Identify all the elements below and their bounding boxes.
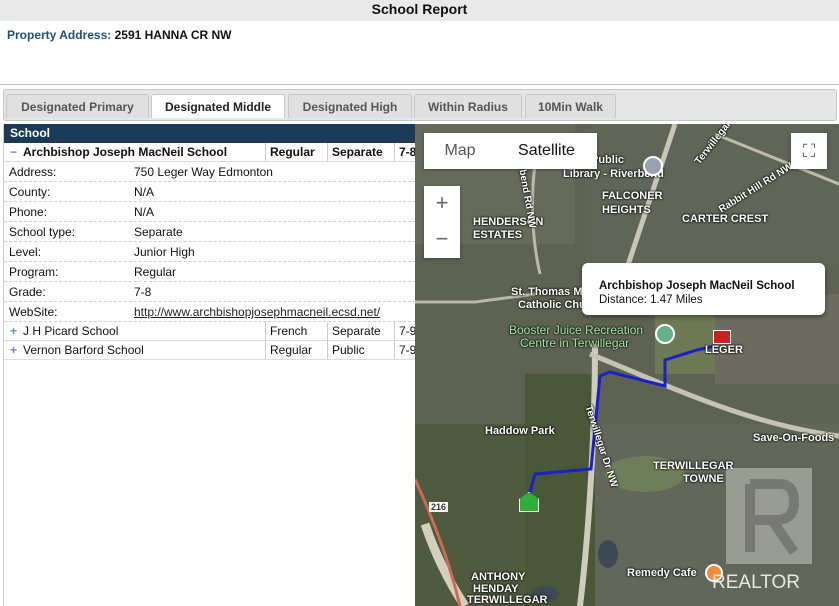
place-label: ESTATES bbox=[473, 229, 523, 241]
school-program: French bbox=[270, 324, 308, 338]
school-program: Regular bbox=[270, 145, 315, 159]
poi-library-icon bbox=[643, 156, 663, 176]
school-grade: 7-8 bbox=[399, 145, 416, 159]
place-label: Remedy Cafe bbox=[627, 567, 697, 579]
school-marker[interactable] bbox=[713, 330, 731, 344]
place-label: LEGER bbox=[705, 344, 743, 356]
detail-row: Level: Junior High bbox=[4, 242, 416, 262]
expand-icon[interactable]: + bbox=[10, 324, 17, 338]
report-title: School Report bbox=[0, 0, 839, 21]
tab-within-radius[interactable]: Within Radius bbox=[414, 94, 522, 118]
highway-shield: 216 bbox=[429, 502, 449, 512]
detail-row: Grade: 7-8 bbox=[4, 282, 416, 302]
realtor-watermark-logo: REALTOR bbox=[712, 464, 818, 596]
map-view[interactable]: Public Library - Riverbend FALCONER HEIG… bbox=[415, 124, 839, 606]
place-label: TOWNE bbox=[683, 473, 724, 485]
school-name: J H Picard School bbox=[23, 324, 119, 338]
tab-bar: Designated Primary Designated Middle Des… bbox=[3, 89, 837, 121]
place-label: HEIGHTS bbox=[602, 204, 651, 216]
map-type-map-button[interactable]: Map bbox=[424, 133, 496, 169]
realtor-watermark-text: REALTOR bbox=[712, 572, 800, 593]
detail-row: Phone: N/A bbox=[4, 202, 416, 222]
place-label: CARTER CREST bbox=[682, 213, 769, 225]
place-label: TERWILLEGAR bbox=[467, 594, 548, 606]
school-program: Regular bbox=[270, 343, 313, 357]
detail-row: Program: Regular bbox=[4, 262, 416, 282]
place-label: FALCONER bbox=[602, 190, 663, 202]
divider bbox=[0, 84, 839, 85]
property-address: Property Address: 2591 HANNA CR NW bbox=[7, 28, 232, 42]
tab-10min-walk[interactable]: 10Min Walk bbox=[525, 94, 616, 118]
school-type: Separate bbox=[332, 145, 383, 159]
map-type-satellite-button[interactable]: Satellite bbox=[496, 133, 597, 169]
detail-row: County: N/A bbox=[4, 182, 416, 202]
school-row[interactable]: + J H Picard School French Separate 7-9 bbox=[4, 322, 416, 341]
school-type: Public bbox=[332, 343, 365, 357]
school-type: Separate bbox=[332, 324, 381, 338]
detail-row: WebSite: http://www.archbishopjosephmacne… bbox=[4, 302, 416, 322]
place-label: ANTHONY bbox=[471, 571, 526, 583]
tab-designated-primary[interactable]: Designated Primary bbox=[6, 94, 149, 118]
place-label: Save-On-Foods bbox=[753, 432, 835, 444]
detail-row: Address: 750 Leger Way Edmonton bbox=[4, 162, 416, 182]
info-distance: Distance: 1.47 Miles bbox=[599, 294, 703, 306]
collapse-icon[interactable]: − bbox=[10, 145, 17, 159]
zoom-control: + − bbox=[424, 186, 460, 258]
map-info-window: Archbishop Joseph MacNeil School Distanc… bbox=[582, 263, 825, 315]
school-grade: 7-9 bbox=[399, 324, 416, 338]
place-label: Booster Juice Recreation bbox=[509, 323, 644, 337]
zoom-out-button[interactable]: − bbox=[424, 222, 460, 258]
school-row-expanded[interactable]: − Archbishop Joseph MacNeil School Regul… bbox=[4, 143, 416, 162]
school-name: Archbishop Joseph MacNeil School bbox=[23, 145, 228, 159]
info-school-name: Archbishop Joseph MacNeil School bbox=[599, 280, 795, 292]
tab-designated-high[interactable]: Designated High bbox=[288, 94, 412, 118]
property-address-value: 2591 HANNA CR NW bbox=[114, 28, 232, 42]
school-grade: 7-9 bbox=[399, 343, 416, 357]
detail-row: School type: Separate bbox=[4, 222, 416, 242]
school-name: Vernon Barford School bbox=[23, 343, 144, 357]
school-list-header: School bbox=[4, 124, 416, 143]
website-link[interactable]: http://www.archbishopjosephmacneil.ecsd.… bbox=[134, 305, 380, 319]
place-label: Haddow Park bbox=[485, 425, 555, 437]
school-row[interactable]: + Vernon Barford School Regular Public 7… bbox=[4, 341, 416, 360]
poi-recreation-icon bbox=[655, 324, 675, 344]
fullscreen-icon[interactable]: ⛶ bbox=[791, 133, 827, 169]
school-list: School − Archbishop Joseph MacNeil Schoo… bbox=[3, 124, 416, 606]
place-label: Centre in Terwillegar bbox=[520, 336, 630, 350]
tab-designated-middle[interactable]: Designated Middle bbox=[151, 94, 285, 118]
expand-icon[interactable]: + bbox=[10, 343, 17, 357]
property-address-label: Property Address: bbox=[7, 28, 112, 42]
map-type-control: Map Satellite bbox=[424, 133, 597, 169]
zoom-in-button[interactable]: + bbox=[424, 186, 460, 222]
